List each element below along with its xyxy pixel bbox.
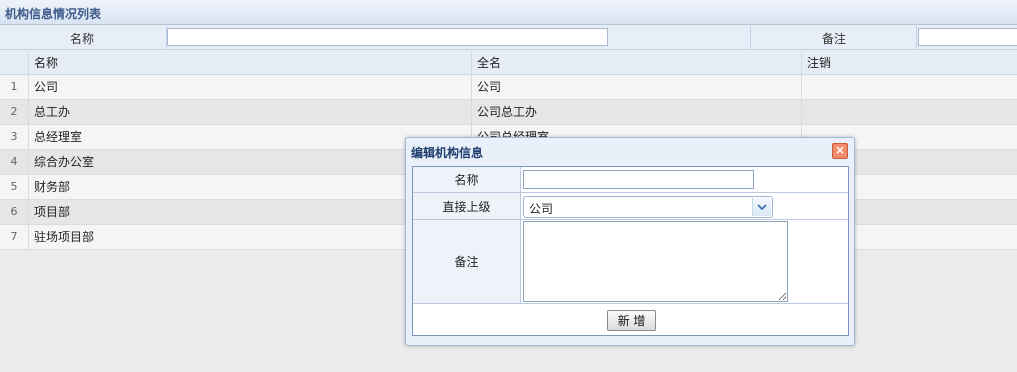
divider [750, 26, 751, 50]
column-header-name[interactable]: 名称 [28, 51, 471, 74]
add-button[interactable]: 新 增 [607, 310, 656, 331]
chevron-down-icon[interactable] [752, 198, 771, 216]
cell-cancel [801, 75, 1017, 99]
divider [916, 26, 917, 50]
remark-label: 备注 [413, 220, 521, 303]
cell-name: 总工办 [28, 100, 471, 124]
edit-form: 名称 直接上级 公司 备注 新 增 [412, 166, 849, 336]
dialog-title: 编辑机构信息 [411, 146, 484, 160]
row-number-header [0, 51, 28, 74]
edit-org-dialog: 编辑机构信息 × 名称 直接上级 公司 备注 新 增 [405, 137, 855, 346]
form-row-remark: 备注 [413, 220, 848, 304]
name-input[interactable] [523, 170, 754, 189]
cell-fullname: 公司总工办 [471, 100, 801, 124]
row-number: 5 [10, 180, 18, 193]
row-number: 6 [10, 205, 18, 218]
cell-cancel [801, 100, 1017, 124]
column-header-cancel[interactable]: 注销 [801, 51, 1017, 74]
row-number: 3 [10, 130, 18, 143]
cell-fullname: 公司 [471, 75, 801, 99]
table-header: 名称 全名 注销 [0, 51, 1017, 75]
search-remark-input[interactable] [918, 28, 1017, 46]
column-header-fullname[interactable]: 全名 [471, 51, 801, 74]
table-row[interactable]: 2 总工办 公司总工办 [0, 100, 1017, 125]
form-row-actions: 新 增 [413, 304, 848, 335]
search-name-input[interactable] [167, 28, 608, 46]
row-number: 1 [10, 80, 18, 93]
parent-select[interactable]: 公司 [523, 196, 773, 218]
cell-name: 公司 [28, 75, 471, 99]
parent-label: 直接上级 [413, 193, 521, 219]
name-label: 名称 [413, 167, 521, 192]
panel-header: 机构信息情况列表 [0, 0, 1017, 25]
search-remark-label: 备注 [822, 32, 847, 46]
close-icon[interactable]: × [832, 143, 848, 159]
row-number: 7 [10, 230, 18, 243]
row-number: 4 [10, 155, 18, 168]
remark-textarea[interactable] [523, 221, 788, 302]
row-number: 2 [10, 105, 18, 118]
search-bar: 名称 备注 [0, 26, 1017, 50]
form-row-parent: 直接上级 公司 [413, 193, 848, 220]
search-name-label: 名称 [70, 32, 95, 46]
page-title: 机构信息情况列表 [5, 7, 102, 21]
form-row-name: 名称 [413, 167, 848, 193]
table-row[interactable]: 1 公司 公司 [0, 75, 1017, 100]
parent-select-value: 公司 [529, 202, 554, 216]
